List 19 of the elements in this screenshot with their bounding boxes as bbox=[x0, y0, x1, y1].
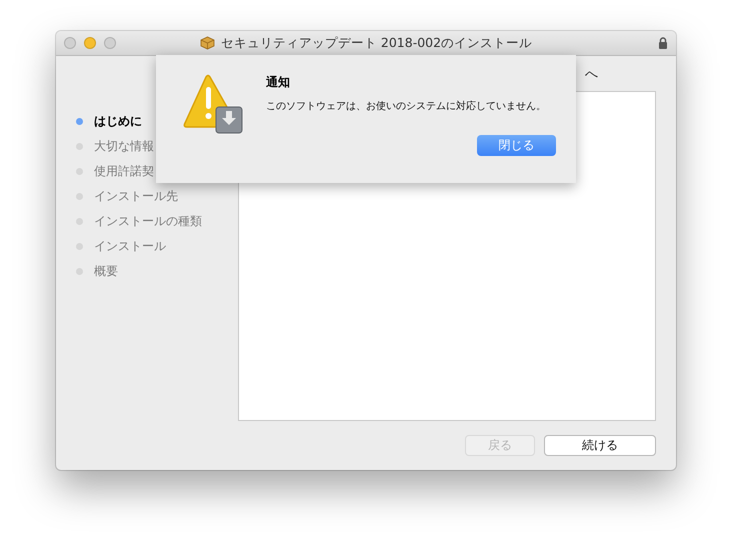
step-label: 大切な情報 bbox=[94, 138, 154, 155]
package-icon bbox=[200, 36, 215, 50]
step-label: 概要 bbox=[94, 263, 118, 280]
step-label: インストールの種類 bbox=[94, 213, 202, 230]
step-label: はじめに bbox=[94, 113, 142, 130]
warning-icon bbox=[182, 73, 244, 135]
minimize-button[interactable] bbox=[84, 37, 96, 49]
continue-button[interactable]: 続ける bbox=[544, 435, 656, 456]
close-alert-button[interactable]: 閉じる bbox=[477, 135, 556, 156]
close-button[interactable] bbox=[64, 37, 76, 49]
step-label: インストール bbox=[94, 238, 166, 255]
zoom-button[interactable] bbox=[104, 37, 116, 49]
page-heading: へ bbox=[585, 66, 598, 82]
alert-message: このソフトウェアは、お使いのシステムに対応していません。 bbox=[266, 100, 547, 113]
step-label: インストール先 bbox=[94, 188, 178, 205]
alert-title: 通知 bbox=[266, 74, 291, 91]
lock-icon bbox=[658, 37, 668, 49]
step-label: 使用許諾契 bbox=[94, 163, 154, 180]
window-title: セキュリティアップデート 2018-002のインストール bbox=[220, 34, 532, 52]
